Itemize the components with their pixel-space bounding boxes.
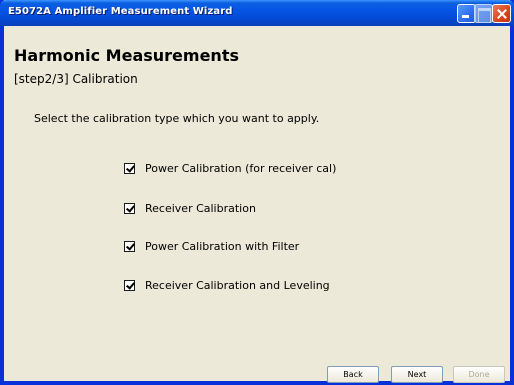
done-button: Done [453,366,505,383]
title-bar[interactable]: E5072A Amplifier Measurement Wizard [0,0,514,26]
checkbox-power-calibration-with-filter[interactable] [124,240,135,252]
maximize-icon [474,4,493,23]
option-receiver-calibration[interactable]: Receiver Calibration [124,200,256,216]
option-label: Power Calibration (for receiver cal) [145,161,337,175]
checkbox-power-calibration-receiver-cal[interactable] [124,162,135,174]
back-button[interactable]: Back [327,366,379,383]
option-label: Power Calibration with Filter [145,239,300,253]
option-receiver-calibration-leveling[interactable]: Receiver Calibration and Leveling [124,277,330,293]
wizard-window: E5072A Amplifier Measurement Wizard Harm… [0,0,514,385]
checkbox-receiver-calibration[interactable] [124,202,135,214]
instruction-text: Select the calibration type which you wa… [34,112,320,125]
window-title: E5072A Amplifier Measurement Wizard [8,6,233,17]
option-power-calibration-with-filter[interactable]: Power Calibration with Filter [124,238,299,254]
option-power-calibration-receiver-cal[interactable]: Power Calibration (for receiver cal) [124,160,336,176]
option-label: Receiver Calibration and Leveling [145,278,330,292]
wizard-content: Harmonic Measurements [step2/3] Calibrat… [4,26,510,383]
step-indicator: [step2/3] Calibration [14,72,138,86]
next-button[interactable]: Next [391,366,443,383]
page-title: Harmonic Measurements [14,46,239,65]
option-label: Receiver Calibration [145,201,256,215]
close-icon[interactable] [492,4,511,23]
checkbox-receiver-calibration-leveling[interactable] [124,279,135,291]
